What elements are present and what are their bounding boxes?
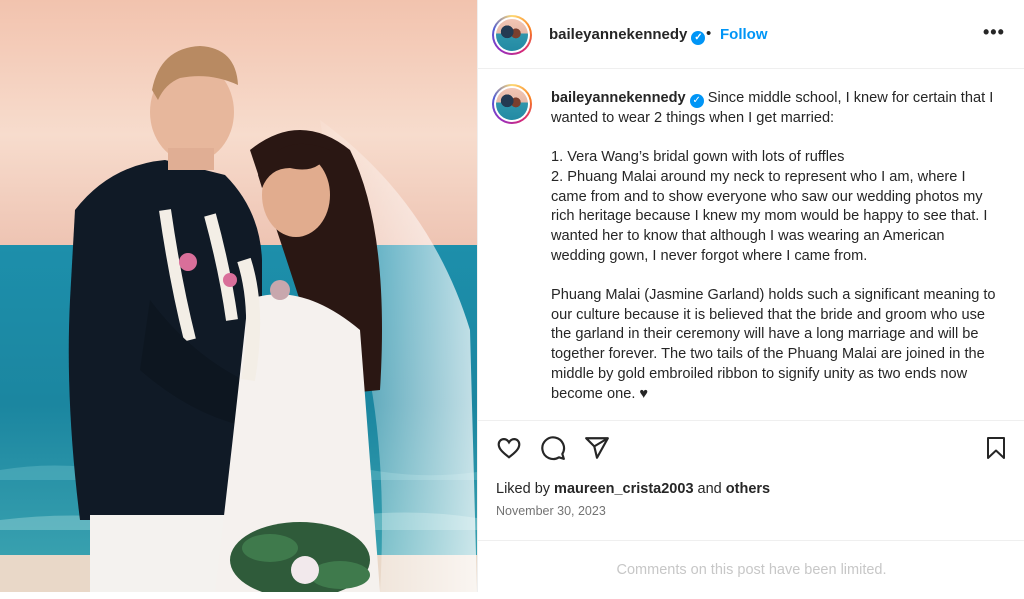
caption-author-username[interactable]: baileyannekennedy (551, 90, 686, 106)
bookmark-icon[interactable] (984, 435, 1008, 461)
caption-intro-line: baileyannekennedy ✓ Since middle school, … (551, 89, 1001, 128)
author-username[interactable]: baileyannekennedy ✓ (549, 26, 706, 45)
send-icon[interactable] (584, 435, 610, 461)
verified-badge-icon: ✓ (689, 94, 704, 108)
separator-dot: • (706, 25, 712, 42)
avatar-ring-inner (494, 17, 530, 53)
post-date[interactable]: November 30, 2023 (496, 504, 606, 518)
comment-icon[interactable] (540, 435, 566, 461)
likes-prefix: Liked by (496, 481, 551, 497)
post-photo[interactable] (0, 0, 477, 592)
caption-item-2: 2. Phuang Malai around my neck to repres… (551, 168, 988, 264)
follow-button[interactable]: Follow (720, 26, 768, 43)
likes-summary: Liked by maureen_crista2003 and others (496, 481, 770, 497)
post-actions: Liked by maureen_crista2003 and others N… (478, 420, 1024, 541)
likes-and: and (697, 481, 722, 497)
wedding-photo-illustration (0, 0, 477, 592)
author-avatar[interactable] (492, 15, 532, 55)
more-options-icon[interactable]: ••• (983, 22, 1005, 43)
caption-item-1: 1. Vera Wang’s bridal gown with lots of … (551, 149, 845, 166)
verified-badge-icon: ✓ (691, 31, 706, 45)
liked-by-user-link[interactable]: maureen_crista2003 (554, 481, 693, 497)
post-header: baileyannekennedy ✓ • Follow ••• (478, 0, 1024, 69)
caption-paragraph-2: Phuang Malai (Jasmine Garland) holds suc… (551, 287, 996, 402)
caption-text: baileyannekennedy ✓ Since middle school, … (551, 89, 1001, 404)
avatar-image (496, 88, 528, 120)
avatar-image (496, 19, 528, 51)
heart-icon[interactable] (496, 435, 522, 461)
author-username-text[interactable]: baileyannekennedy (549, 26, 687, 43)
avatar-ring-inner (494, 86, 530, 122)
caption-author-avatar[interactable] (492, 84, 532, 124)
comments-limited-notice: Comments on this post have been limited. (478, 540, 1024, 593)
likes-others-link[interactable]: others (726, 481, 770, 497)
post-details-panel: baileyannekennedy ✓ • Follow ••• baileyan… (477, 0, 1024, 592)
post-caption: baileyannekennedy ✓ Since middle school, … (478, 70, 1024, 418)
